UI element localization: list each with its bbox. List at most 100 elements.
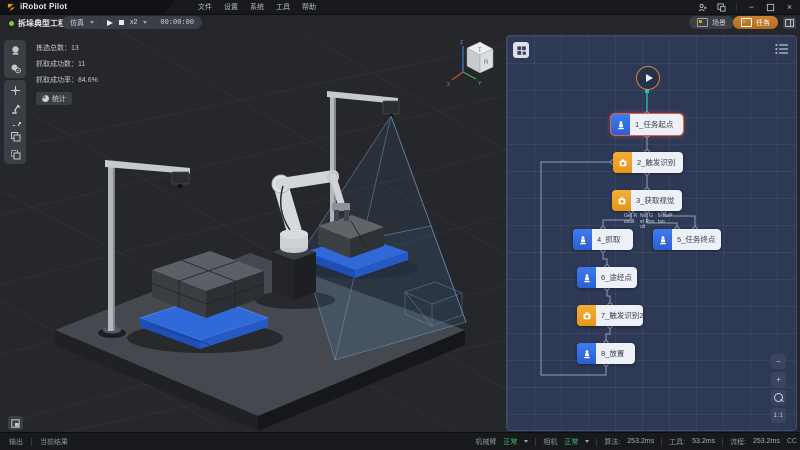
branch-label-error-plan: ErrorPlan — [658, 214, 673, 225]
flow-node-1[interactable]: 1_任务起点 — [611, 114, 683, 135]
flow-node-8[interactable]: 8_放置 — [577, 343, 635, 364]
tab-scene[interactable]: 场景 — [689, 16, 734, 29]
app-title: iRobot Pilot — [20, 2, 67, 11]
menu-settings[interactable]: 设置 — [224, 2, 238, 12]
ribbon-bar: 拆垛典型工程 仿真 x2 00:00:00 场景 任务 — [0, 15, 800, 31]
play-button[interactable] — [107, 20, 113, 26]
stat-success-count: 抓取成功数：11 — [36, 57, 98, 73]
copy-icon[interactable] — [6, 128, 24, 144]
menu-bar: 文件 设置 系统 工具 帮助 — [198, 0, 316, 14]
point-cloud-settings-icon[interactable] — [6, 60, 24, 76]
current-result-tab[interactable]: 当前结果 — [40, 437, 68, 447]
view-cube[interactable]: T R Z X Y — [447, 40, 493, 88]
toolgroup-clipboard — [4, 126, 26, 164]
zoom-in-button[interactable]: + — [771, 372, 786, 387]
robot-arm-icon[interactable] — [6, 100, 24, 116]
zoom-reset-button[interactable]: 1:1 — [771, 408, 786, 423]
move-tool-icon[interactable] — [6, 82, 24, 98]
play-icon — [646, 74, 653, 82]
viewcube-top-label: T — [478, 48, 482, 54]
flow-node-6-label: 6_途经点 — [596, 272, 637, 283]
point-cloud-icon[interactable] — [6, 42, 24, 58]
flow-start-node[interactable] — [636, 66, 660, 90]
flow-zoom-controls: − + 1:1 — [771, 354, 786, 423]
fit-view-button[interactable] — [8, 416, 23, 430]
close-button[interactable]: × — [785, 3, 794, 12]
metric-tool-label: 工具: — [669, 437, 685, 447]
node-library-button[interactable] — [513, 42, 529, 58]
scene-icon — [697, 18, 708, 27]
minimize-button[interactable]: − — [747, 3, 756, 12]
robot-icon — [653, 229, 672, 250]
metric-flow-value: 253.2ms — [753, 438, 780, 445]
divider — [661, 438, 662, 446]
flow-node-2-label: 2_触发识别 — [632, 157, 680, 168]
fit-view-icon — [11, 419, 20, 428]
pie-chart-icon — [42, 95, 49, 102]
menu-file[interactable]: 文件 — [198, 2, 212, 12]
device-arm-status: 正常 — [503, 437, 517, 447]
output-tab[interactable]: 输出 — [9, 437, 23, 447]
chevron-down-icon[interactable] — [585, 440, 589, 443]
magnifier-icon — [774, 393, 783, 402]
zoom-out-button[interactable]: − — [771, 354, 786, 369]
add-user-icon[interactable] — [698, 3, 707, 12]
simulation-controls: 仿真 x2 00:00:00 — [62, 16, 202, 29]
device-camera-status: 正常 — [564, 437, 578, 447]
title-bar: iRobot Pilot 文件 设置 系统 工具 帮助 − × — [0, 0, 800, 15]
tab-scene-label: 场景 — [712, 18, 726, 28]
stat-success-rate: 抓取成功率：84.6% — [36, 73, 98, 89]
flow-node-7[interactable]: 7_触发识别2 — [577, 305, 643, 326]
stop-button[interactable] — [119, 20, 124, 25]
flow-node-8-label: 8_放置 — [596, 348, 629, 359]
maximize-button[interactable] — [766, 3, 775, 12]
divider — [100, 19, 101, 27]
vision-icon — [612, 190, 631, 211]
task-flow-panel: 1_任务起点 2_触发识别 3_获取视觉 4_抓取 5_任务终点 — [506, 35, 797, 431]
flow-node-3[interactable]: 3_获取视觉 — [612, 190, 682, 211]
metric-flow-label: 流程: — [730, 437, 746, 447]
mode-select[interactable]: 仿真 — [70, 18, 84, 28]
chevron-down-icon[interactable] — [90, 21, 94, 24]
flow-node-1-label: 1_任务起点 — [630, 119, 678, 130]
divider — [153, 19, 154, 27]
panel-toggle-button[interactable] — [783, 17, 796, 29]
vision-icon — [613, 152, 632, 173]
task-icon — [741, 18, 752, 27]
node-list-button[interactable] — [775, 43, 789, 55]
metric-algorithm-label: 算法: — [604, 437, 620, 447]
status-trailing: CC — [787, 438, 797, 445]
tab-task-label: 任务 — [756, 18, 770, 28]
menu-system[interactable]: 系统 — [250, 2, 264, 12]
flow-node-6[interactable]: 6_途经点 — [577, 267, 637, 288]
flow-node-5-label: 5_任务终点 — [672, 234, 720, 245]
menu-tools[interactable]: 工具 — [276, 2, 290, 12]
branch-label-not-get-result: Not Get Result — [640, 214, 655, 231]
chevron-down-icon[interactable] — [524, 440, 528, 443]
tab-task[interactable]: 任务 — [733, 16, 778, 29]
flow-node-4[interactable]: 4_抓取 — [573, 229, 633, 250]
statistics-button-label: 统计 — [52, 94, 66, 104]
speed-select[interactable]: x2 — [130, 19, 137, 26]
flow-node-5[interactable]: 5_任务终点 — [653, 229, 721, 250]
toolgroup-view — [4, 40, 26, 78]
divider — [722, 438, 723, 446]
device-arm-label: 机械臂 — [475, 437, 496, 447]
paste-icon[interactable] — [6, 146, 24, 162]
metric-tool-value: 53.2ms — [692, 438, 715, 445]
branch-label-get-result: Get Result — [624, 214, 639, 225]
statistics-button[interactable]: 统计 — [36, 92, 72, 105]
zoom-search-button[interactable] — [771, 390, 786, 405]
app-window: T R Z X Y iRobot Pilot 文件 设置 系统 工具 帮助 — [0, 0, 800, 450]
flow-node-2[interactable]: 2_触发识别 — [613, 152, 683, 173]
menu-help[interactable]: 帮助 — [302, 2, 316, 12]
panel-icon — [785, 19, 794, 27]
vision-icon — [577, 305, 596, 326]
chevron-down-icon[interactable] — [143, 21, 147, 24]
flow-edges — [507, 36, 796, 430]
viewcube-right-label: R — [484, 60, 489, 66]
axis-x-label: X — [447, 82, 451, 88]
layout-switch-icon[interactable] — [717, 3, 726, 12]
stat-total-picks: 拣选总数：13 — [36, 41, 98, 57]
device-camera-label: 相机 — [543, 437, 557, 447]
